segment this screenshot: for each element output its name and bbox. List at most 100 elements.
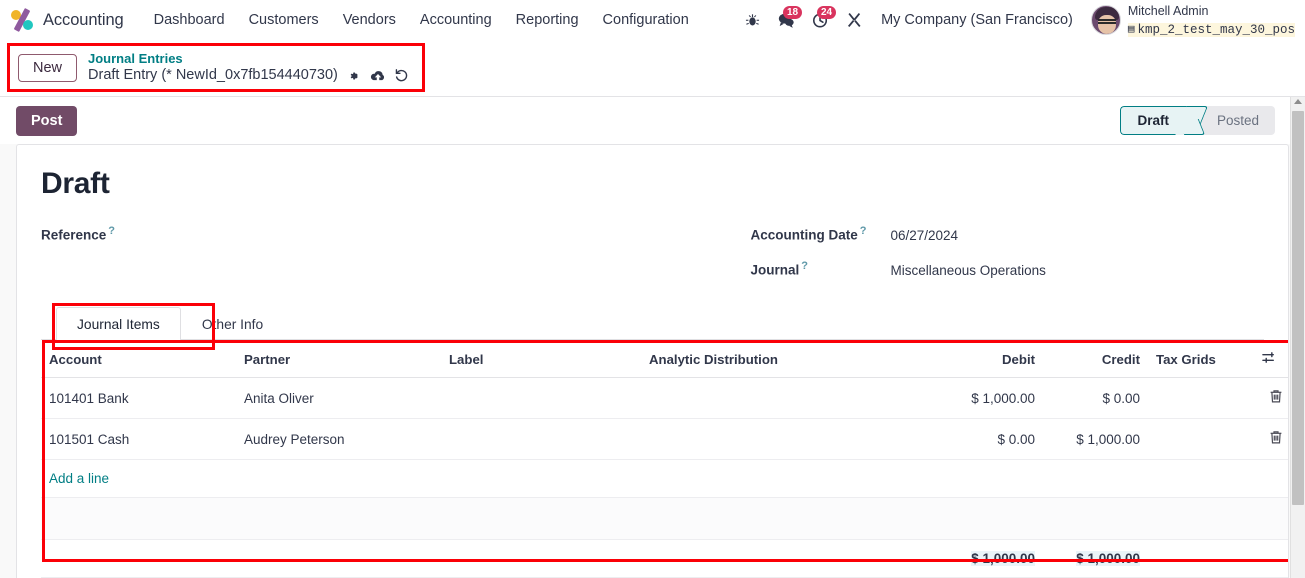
tab-journal-items[interactable]: Journal Items [56,307,181,340]
cell-debit[interactable]: $ 1,000.00 [931,377,1043,419]
table-row[interactable]: 101401 Bank Anita Oliver $ 1,000.00 $ 0.… [41,377,1288,419]
column-header-partner[interactable]: Partner [236,340,441,378]
database-icon: ▤ [1127,23,1135,36]
cell-delete[interactable] [1253,377,1288,419]
post-button[interactable]: Post [16,105,78,136]
cell-tax-grids[interactable] [1148,377,1253,419]
cell-credit[interactable]: $ 0.00 [1043,377,1148,419]
cell-analytic[interactable] [641,377,931,419]
odoo-logo-icon [10,7,34,33]
trash-icon[interactable] [1269,430,1283,448]
trash-icon[interactable] [1269,389,1283,407]
field-label-reference-text: Reference [41,227,107,243]
cell-delete[interactable] [1253,418,1288,460]
activities-icon[interactable]: 24 [803,5,837,35]
field-label-accounting-date-text: Accounting Date [750,227,858,243]
add-line-cell: Add a line [41,459,1288,498]
table-body: 101401 Bank Anita Oliver $ 1,000.00 $ 0.… [41,377,1288,578]
form-fields-right: Accounting Date? 06/27/2024 Journal? Mis… [653,225,1265,295]
user-menu[interactable]: Mitchell Admin ▤ kmp_2_test_may_30_pos [1083,3,1295,38]
vertical-scrollbar[interactable] [1290,97,1305,578]
messages-icon[interactable]: 18 [769,5,803,35]
cell-label[interactable] [441,377,641,419]
column-header-account[interactable]: Account [41,340,236,378]
database-name: ▤ kmp_2_test_may_30_pos [1127,22,1295,38]
totals-spacer-tax [1148,539,1253,578]
breadcrumb: Journal Entries Draft Entry (* NewId_0x7… [88,51,409,85]
field-reference: Reference? [41,225,653,245]
form-fields: Reference? Accounting Date? 06/27/2024 J… [41,225,1264,295]
cell-credit[interactable]: $ 1,000.00 [1043,418,1148,460]
scroll-up-arrow-icon[interactable] [1294,99,1302,104]
scrollbar-thumb[interactable] [1292,111,1304,505]
menu-item-dashboard[interactable]: Dashboard [142,8,237,32]
totals-credit: $ 1,000.00 [1043,539,1148,578]
totals-spacer-label [441,539,641,578]
column-header-debit[interactable]: Debit [931,340,1043,378]
user-name: Mitchell Admin [1127,3,1209,18]
table-header-row: Account Partner Label Analytic Distribut… [41,340,1288,378]
field-value-journal[interactable]: Miscellaneous Operations [891,263,1046,278]
field-label-journal-text: Journal [750,262,800,278]
cell-debit[interactable]: $ 0.00 [931,418,1043,460]
breadcrumb-parent-journal-entries[interactable]: Journal Entries [88,51,409,67]
help-icon-accounting-date[interactable]: ? [860,225,867,237]
totals-debit-value: $ 1,000.00 [971,551,1035,566]
bug-icon[interactable] [735,5,769,35]
form-fields-left: Reference? [41,225,653,295]
control-panel: New Journal Entries Draft Entry (* NewId… [0,40,1305,97]
brand-home-link[interactable]: Accounting [10,7,124,33]
totals-spacer-account [41,539,236,578]
tools-icon[interactable] [837,5,871,35]
cell-label[interactable] [441,418,641,460]
cell-account[interactable]: 101501 Cash [41,418,236,460]
menu-item-reporting[interactable]: Reporting [504,8,591,32]
tab-other-info[interactable]: Other Info [181,307,284,340]
column-header-label[interactable]: Label [441,340,641,378]
column-options-icon[interactable] [1253,340,1288,378]
new-button[interactable]: New [18,54,78,82]
help-icon-reference[interactable]: ? [108,225,115,237]
totals-spacer-analytic [641,539,931,578]
field-accounting-date: Accounting Date? 06/27/2024 [751,225,1265,245]
form-sheet: Draft Reference? Accounting Date? 06/27/… [16,144,1289,578]
menu-item-configuration[interactable]: Configuration [591,8,701,32]
table-filler-row [41,497,1288,540]
company-switcher[interactable]: My Company (San Francisco) [871,8,1083,32]
totals-credit-value: $ 1,000.00 [1076,551,1140,566]
help-icon-journal[interactable]: ? [801,260,808,272]
cell-partner[interactable]: Audrey Peterson [236,418,441,460]
column-header-analytic-distribution[interactable]: Analytic Distribution [641,340,931,378]
status-stage-draft[interactable]: Draft [1120,106,1191,135]
cell-analytic[interactable] [641,418,931,460]
gear-icon[interactable] [348,69,362,83]
table-row[interactable]: 101501 Cash Audrey Peterson $ 0.00 $ 1,0… [41,418,1288,460]
column-header-tax-grids[interactable]: Tax Grids [1148,340,1253,378]
menu-item-vendors[interactable]: Vendors [331,8,408,32]
field-value-accounting-date[interactable]: 06/27/2024 [891,228,959,243]
activities-badge: 24 [816,6,837,19]
totals-spacer-tools [1253,539,1288,578]
form-statusbar: Post Draft Posted [0,97,1305,144]
column-header-credit[interactable]: Credit [1043,340,1148,378]
menu-item-accounting[interactable]: Accounting [408,8,504,32]
cloud-upload-icon[interactable] [370,69,386,83]
add-line-row: Add a line [41,459,1288,498]
page-title: Draft [41,167,110,200]
totals-spacer-partner [236,539,441,578]
field-journal: Journal? Miscellaneous Operations [751,260,1265,280]
menu-item-customers[interactable]: Customers [237,8,331,32]
discard-undo-icon[interactable] [394,68,409,83]
cell-account[interactable]: 101401 Bank [41,377,236,419]
cell-partner[interactable]: Anita Oliver [236,377,441,419]
field-label-journal: Journal? [751,260,891,278]
breadcrumb-current-record: Draft Entry (* NewId_0x7fb154440730) [88,67,338,84]
database-label: kmp_2_test_may_30_pos [1137,22,1295,37]
form-view-area: Post Draft Posted Draft Reference? Accou… [0,97,1305,578]
table-head: Account Partner Label Analytic Distribut… [41,340,1288,378]
notebook-tabs: Journal Items Other Info [41,307,1264,340]
field-label-accounting-date: Accounting Date? [751,225,891,243]
cell-tax-grids[interactable] [1148,418,1253,460]
add-a-line-link[interactable]: Add a line [49,471,109,486]
messages-badge: 18 [782,6,803,19]
